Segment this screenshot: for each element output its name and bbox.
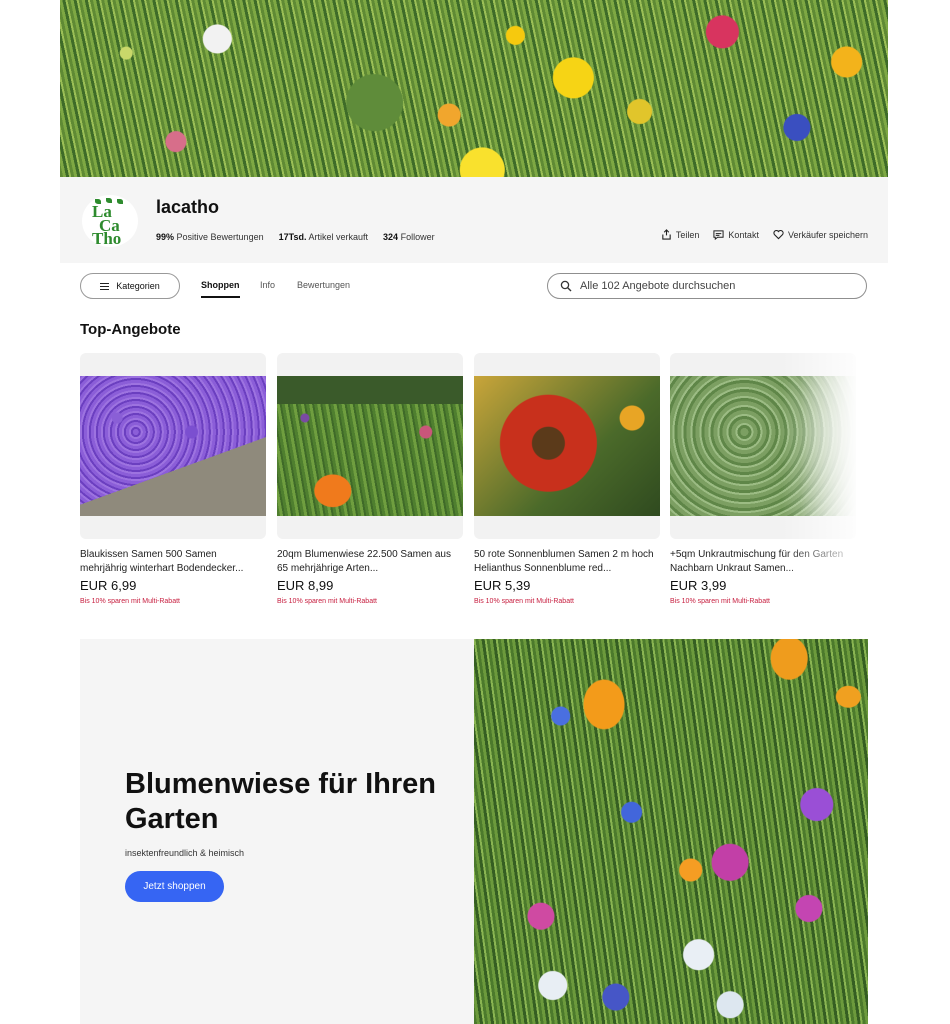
product-title[interactable]: 50 rote Sonnenblumen Samen 2 m hoch Heli… <box>474 548 654 576</box>
product-title[interactable]: Blaukissen Samen 500 Samen mehrjährig wi… <box>80 548 260 576</box>
product-image-frame <box>474 353 660 539</box>
save-seller-button[interactable]: Verkäufer speichern <box>773 229 868 240</box>
product-price: EUR 3,99 <box>670 578 727 593</box>
store-name[interactable]: lacatho <box>156 197 219 218</box>
store-search[interactable] <box>547 273 867 299</box>
store-stats: 99% Positive Bewertungen 17Tsd. Artikel … <box>156 232 435 242</box>
product-image-frame <box>670 353 856 539</box>
product-card[interactable]: Blaukissen Samen 500 Samen mehrjährig wi… <box>80 353 266 613</box>
follower-label: Follower <box>400 232 435 242</box>
product-price: EUR 6,99 <box>80 578 137 593</box>
product-image[interactable] <box>80 376 266 516</box>
store-logo[interactable]: La Ca Tho <box>82 195 138 247</box>
product-image[interactable] <box>277 376 463 516</box>
heart-icon <box>773 229 784 240</box>
contact-button[interactable]: Kontakt <box>713 229 759 240</box>
categories-label: Kategorien <box>116 281 160 291</box>
store-header: La Ca Tho lacatho 99% Positive Bewertung… <box>60 177 888 263</box>
product-image-frame <box>80 353 266 539</box>
promo-subtitle: insektenfreundlich & heimisch <box>125 848 245 858</box>
product-image[interactable] <box>474 376 660 516</box>
share-button[interactable]: Teilen <box>661 229 700 240</box>
search-input[interactable] <box>580 280 850 292</box>
product-promo: Bis 10% sparen mit Multi-Rabatt <box>277 598 377 605</box>
logo-text-tho: Tho <box>92 229 122 247</box>
promo-title: Blumenwiese für Ihren Garten <box>125 768 437 835</box>
product-promo: Bis 10% sparen mit Multi-Rabatt <box>474 598 574 605</box>
shop-now-button[interactable]: Jetzt shoppen <box>125 871 224 902</box>
follower-count: 324 <box>383 232 399 242</box>
section-title-top-offers: Top-Angebote <box>80 321 181 338</box>
items-sold-value: 17Tsd. <box>278 232 307 242</box>
product-price: EUR 5,39 <box>474 578 531 593</box>
product-price: EUR 8,99 <box>277 578 334 593</box>
product-image-frame <box>277 353 463 539</box>
product-title[interactable]: 20qm Blumenwiese 22.500 Samen aus 65 meh… <box>277 548 457 576</box>
positive-feedback-label: Positive Bewertungen <box>176 232 264 242</box>
menu-icon <box>100 282 110 290</box>
message-icon <box>713 230 725 240</box>
store-actions: Teilen Kontakt Verkäufer speichern <box>661 229 868 240</box>
positive-feedback-value: 99% <box>156 232 175 242</box>
product-promo: Bis 10% sparen mit Multi-Rabatt <box>670 598 770 605</box>
product-card[interactable]: 20qm Blumenwiese 22.500 Samen aus 65 meh… <box>277 353 463 613</box>
product-promo: Bis 10% sparen mit Multi-Rabatt <box>80 598 180 605</box>
product-image[interactable] <box>670 376 856 516</box>
tab-info[interactable]: Info <box>260 280 275 290</box>
items-sold-label: Artikel verkauft <box>308 232 369 242</box>
share-label: Teilen <box>675 229 700 240</box>
logo-leaf-icon <box>117 199 123 204</box>
save-seller-label: Verkäufer speichern <box>787 229 868 240</box>
product-card[interactable]: 50 rote Sonnenblumen Samen 2 m hoch Heli… <box>474 353 660 613</box>
share-icon <box>662 229 671 240</box>
product-title[interactable]: +5qm Unkrautmischung für den Garten Nach… <box>670 548 850 576</box>
promo-panel: Blumenwiese für Ihren Garten insektenfre… <box>80 639 474 1024</box>
tab-shoppen[interactable]: Shoppen <box>201 280 240 298</box>
contact-label: Kontakt <box>728 229 759 240</box>
store-nav: Kategorien Shoppen Info Bewertungen <box>60 272 888 302</box>
categories-button[interactable]: Kategorien <box>80 273 180 299</box>
product-card[interactable]: +5qm Unkrautmischung für den Garten Nach… <box>670 353 856 613</box>
store-banner-image <box>60 0 888 177</box>
promo-image[interactable] <box>474 639 868 1024</box>
search-icon <box>560 280 572 292</box>
tab-bewertungen[interactable]: Bewertungen <box>297 280 350 290</box>
